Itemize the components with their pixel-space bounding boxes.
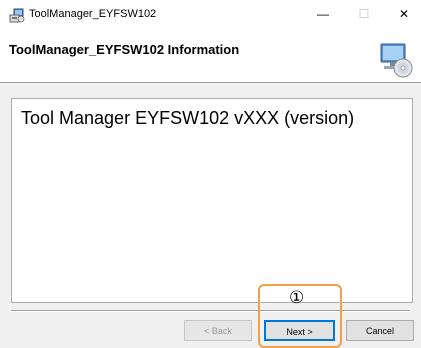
product-name-line: Tool Manager EYFSW102 vXXX (version): [21, 108, 354, 129]
version-placeholder: (version): [284, 108, 355, 128]
product-name: Tool Manager EYFSW102 vXXX: [21, 108, 280, 128]
window-title: ToolManager_EYFSW102: [29, 8, 157, 20]
computer-cd-icon: [378, 42, 414, 78]
next-button[interactable]: Next >: [264, 320, 335, 341]
cancel-button[interactable]: Cancel: [346, 320, 414, 341]
minimize-button[interactable]: —: [306, 0, 340, 29]
maximize-button[interactable]: ☐: [347, 0, 381, 29]
close-button[interactable]: ✕: [387, 0, 421, 29]
installer-app-icon: [9, 8, 25, 23]
title-bar: ToolManager_EYFSW102 — ☐ ✕: [0, 0, 421, 29]
wizard-header: ToolManager_EYFSW102 Information: [0, 29, 421, 83]
information-text-area[interactable]: Tool Manager EYFSW102 vXXX (version): [11, 98, 413, 303]
footer-divider: [11, 310, 410, 312]
page-title: ToolManager_EYFSW102 Information: [9, 42, 240, 57]
annotation-step-marker: ①: [289, 288, 305, 307]
back-button[interactable]: < Back: [184, 320, 252, 341]
